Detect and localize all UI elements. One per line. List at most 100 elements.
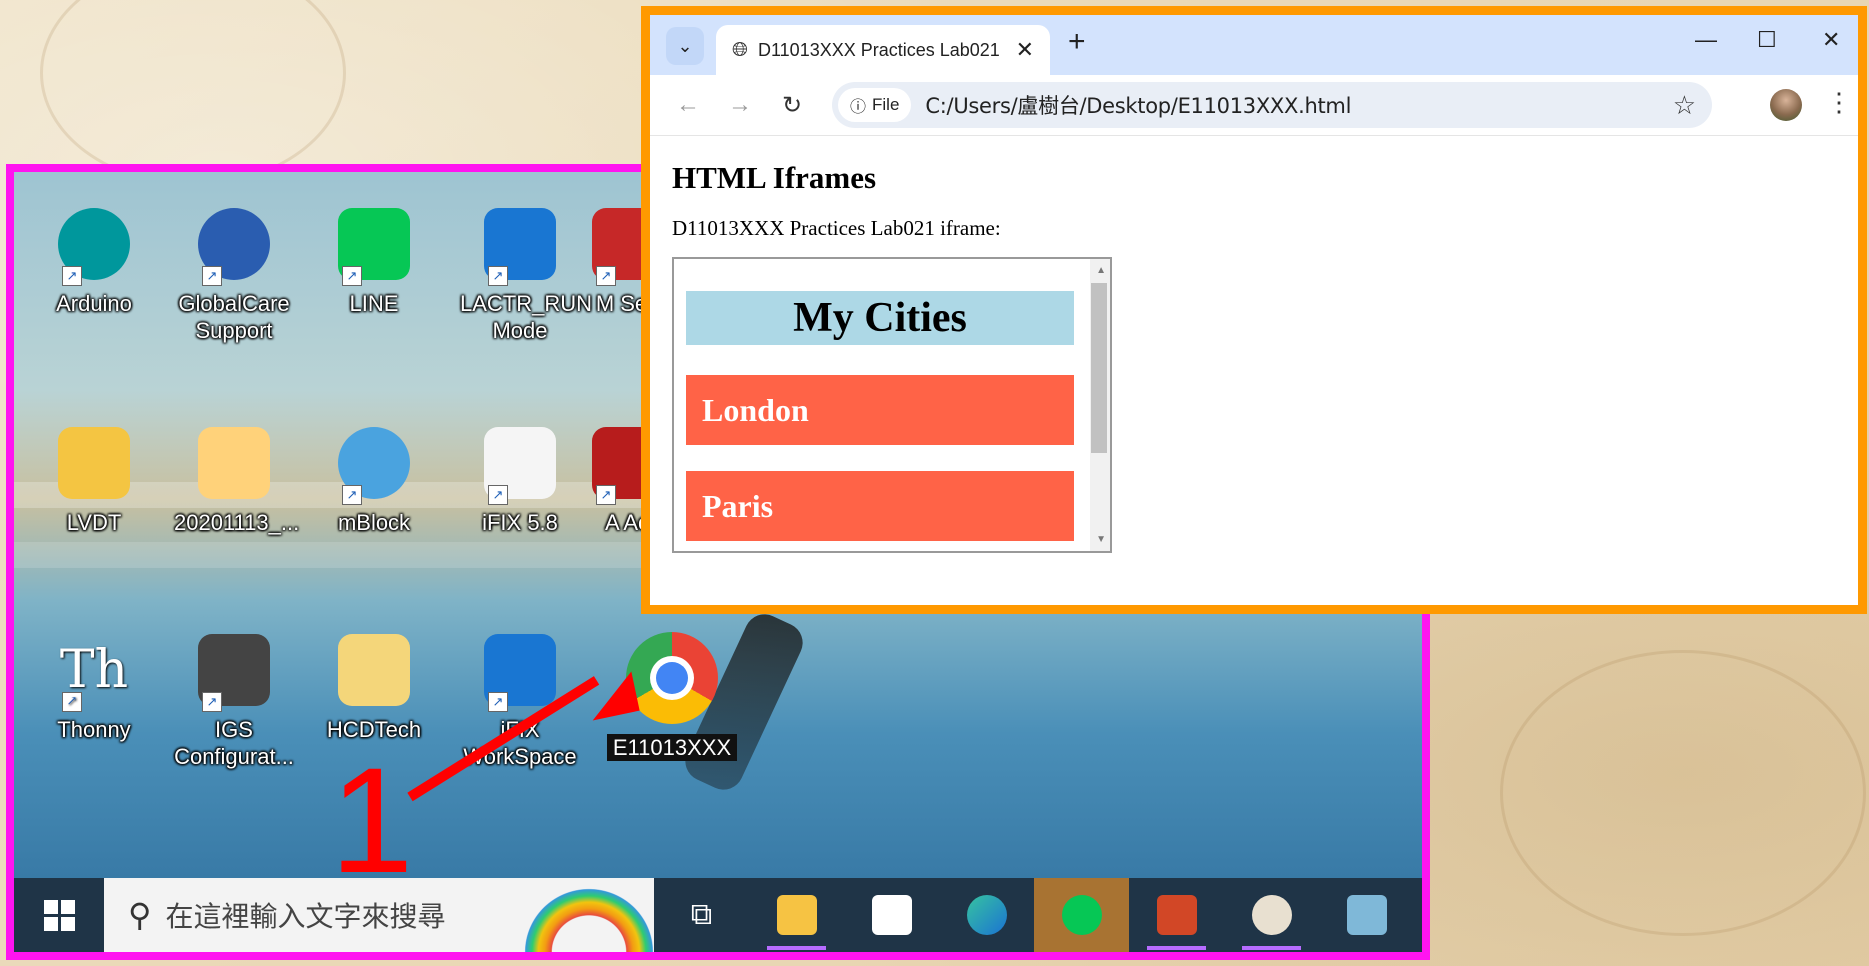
pdf-icon (198, 427, 270, 499)
desktop-icon-label: LVDT (66, 510, 122, 535)
lactr-icon: ↗ (484, 208, 556, 286)
shortcut-arrow-icon: ↗ (342, 485, 362, 505)
iframe-content: My Cities London Paris (686, 291, 1074, 541)
scroll-down-icon[interactable]: ▼ (1096, 534, 1106, 545)
taskbar: ⚲ 在這裡輸入文字來搜尋 ⧉ (14, 878, 1422, 952)
iframe-scrollbar[interactable]: ▲ ▼ (1090, 259, 1110, 551)
store-icon (871, 895, 912, 935)
desktop-icon-hcdtech[interactable]: HCDTech (314, 634, 434, 743)
shortcut-arrow-icon: ↗ (62, 266, 82, 286)
desktop-icon-label: Arduino (56, 291, 132, 316)
desktop-icon-label: GlobalCare Support (178, 291, 290, 343)
back-arrow-icon[interactable]: ← (662, 91, 714, 119)
desktop-icon-globalcare[interactable]: ↗ GlobalCare Support (174, 208, 294, 344)
maximize-icon[interactable]: ☐ (1757, 27, 1777, 53)
notepad-button[interactable] (1319, 878, 1414, 952)
store-button[interactable] (844, 878, 939, 952)
tab-strip: ⌄ 🌐︎ D11013XXX Practices Lab021 ✕ + — ☐ … (650, 15, 1858, 75)
shortcut-arrow-icon: ↗ (202, 266, 222, 286)
address-bar[interactable]: ⓘ File C:/Users/盧樹台/Desktop/E11013XXX.htm… (832, 82, 1712, 128)
desktop-icon-mblock[interactable]: ↗ mBlock (314, 427, 434, 536)
globe-icon: 🌐︎ (732, 38, 748, 61)
shortcut-arrow-icon: ↗ (202, 692, 222, 712)
shortcut-arrow-icon: ↗ (342, 266, 362, 286)
desktop-icon-label: Thonny (57, 717, 131, 742)
page-paragraph: D11013XXX Practices Lab021 iframe: (672, 216, 1001, 240)
tab-title: D11013XXX Practices Lab021 (758, 39, 1000, 60)
shortcut-arrow-icon: ↗ (488, 485, 508, 505)
desktop-icon-label: iFIX 5.8 (482, 510, 558, 535)
chrome-center (650, 656, 694, 700)
forward-arrow-icon[interactable]: → (714, 91, 766, 119)
desktop-icon-lactr-run[interactable]: ↗ LACTR_RUN Mode (460, 208, 592, 344)
page-heading: HTML Iframes (672, 160, 877, 195)
file-icon: ↗ (484, 427, 556, 505)
edge-icon (966, 895, 1007, 935)
globalcare-icon: ↗ (198, 208, 270, 286)
start-button[interactable] (14, 878, 104, 952)
minimize-icon[interactable]: — (1695, 27, 1717, 53)
line-taskbar-button[interactable] (1034, 878, 1129, 952)
menu-kebab-icon[interactable]: ⋮ (1826, 87, 1852, 118)
search-highlight-image (524, 888, 654, 952)
scroll-up-icon[interactable]: ▲ (1096, 265, 1106, 276)
arduino-icon: ↗ (58, 208, 130, 286)
mblock-icon: ↗ (338, 427, 410, 505)
shortcut-arrow-icon: ↗ (488, 266, 508, 286)
thonny-icon: Th ↗ (58, 634, 130, 712)
igs-icon: ↗ (198, 634, 270, 712)
close-tab-icon[interactable]: ✕ (1016, 37, 1034, 63)
chip-label: File (872, 95, 900, 114)
new-tab-icon[interactable]: + (1068, 25, 1086, 59)
running-indicator (1147, 946, 1206, 950)
desktop-icon-lvdt[interactable]: LVDT (34, 427, 154, 536)
desktop-icon-igs[interactable]: ↗ IGS Configurat... (174, 634, 294, 770)
city-item-london: London (686, 375, 1074, 445)
page-content: HTML Iframes D11013XXX Practices Lab021 … (650, 160, 1858, 553)
paint-button[interactable] (1224, 878, 1319, 952)
line-icon (1061, 895, 1102, 935)
desktop-icon-ifix[interactable]: ↗ iFIX 5.8 (460, 427, 580, 536)
desktop-icon-thonny[interactable]: Th ↗ Thonny (34, 634, 154, 743)
folder-icon (338, 634, 410, 706)
close-window-icon[interactable]: ✕ (1822, 27, 1840, 53)
desktop-icon-arduino[interactable]: ↗ Arduino (34, 208, 154, 317)
desktop-icon-label: 20201113_... (174, 510, 300, 535)
paint-icon (1251, 895, 1292, 935)
chrome-icon (626, 632, 718, 724)
file-explorer-button[interactable] (749, 878, 844, 952)
file-explorer-icon (776, 895, 817, 935)
desktop-icon-label: mBlock (337, 510, 411, 535)
desktop-icon-label: LINE (349, 291, 399, 316)
notepad-icon (1346, 895, 1387, 935)
site-info-chip[interactable]: ⓘ File (838, 88, 912, 122)
task-view-icon: ⧉ (690, 898, 713, 931)
powerpoint-icon (1156, 895, 1197, 935)
task-view-button[interactable]: ⧉ (654, 878, 749, 952)
profile-avatar[interactable] (1770, 89, 1802, 121)
desktop-icon-line[interactable]: ↗ LINE (314, 208, 434, 317)
background-decoration (1500, 650, 1866, 936)
tab-search-button[interactable]: ⌄ (666, 27, 704, 65)
running-indicator (1242, 946, 1301, 950)
desktop-icon-label: IGS Configurat... (174, 717, 294, 769)
shortcut-arrow-icon: ↗ (596, 266, 616, 286)
edge-button[interactable] (939, 878, 1034, 952)
search-icon: ⚲ (128, 897, 152, 933)
browser-window: ⌄ 🌐︎ D11013XXX Practices Lab021 ✕ + — ☐ … (641, 6, 1867, 614)
reload-icon[interactable]: ↻ (766, 91, 818, 120)
browser-toolbar: ← → ↻ ⓘ File C:/Users/盧樹台/Desktop/E11013X… (650, 75, 1858, 136)
ifix-icon: ↗ (484, 634, 556, 712)
desktop-icon-label: E11013XXX (606, 734, 738, 761)
powerpoint-button[interactable] (1129, 878, 1224, 952)
city-item-paris: Paris (686, 471, 1074, 541)
chevron-down-icon: ⌄ (677, 36, 693, 56)
iframe-frame[interactable]: My Cities London Paris ▲ ▼ (672, 257, 1112, 553)
active-tab[interactable]: 🌐︎ D11013XXX Practices Lab021 ✕ (716, 25, 1050, 75)
desktop-icon-pdf[interactable]: 20201113_... (174, 427, 300, 536)
info-icon: ⓘ (850, 99, 867, 116)
windows-icon (43, 899, 75, 931)
bookmark-star-icon[interactable]: ☆ (1673, 90, 1696, 121)
scrollbar-thumb[interactable] (1091, 283, 1107, 453)
iframe-heading: My Cities (686, 291, 1074, 345)
